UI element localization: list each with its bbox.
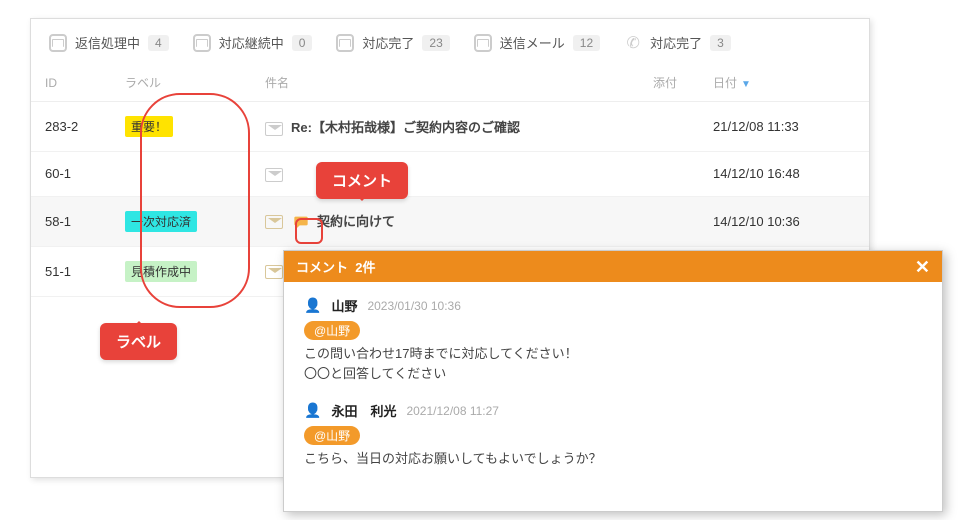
person-icon: 👤: [304, 297, 321, 314]
tab-label: 対応完了: [362, 33, 414, 52]
tab-count: 3: [710, 35, 731, 51]
tab-3[interactable]: 送信メール 12: [474, 33, 600, 52]
phone-icon: [624, 34, 642, 52]
comment-item: 👤 永田 利光 2021/12/08 11:27 @山野 こちら、当日の対応お願…: [304, 401, 922, 469]
col-attachment[interactable]: 添付: [639, 64, 699, 102]
comment-text: この問い合わせ17時までに対応してください！〇〇と回答してください: [304, 344, 922, 383]
tab-count: 4: [148, 35, 169, 51]
envelope-icon: [265, 122, 283, 136]
row-id: 58-1: [31, 196, 111, 246]
comment-popup-header: コメント 2件 ✕: [284, 251, 942, 282]
comment-text: こちら、当日の対応お願いしてもよいでしょうか？: [304, 449, 922, 469]
comment-item: 👤 山野 2023/01/30 10:36 @山野 この問い合わせ17時までに対…: [304, 296, 922, 383]
mail-icon: [336, 34, 354, 52]
envelope-icon: [265, 215, 283, 229]
comment-author: 山野: [331, 296, 357, 315]
col-subject[interactable]: 件名: [251, 64, 639, 102]
comment-author: 永田 利光: [331, 401, 396, 420]
tab-4[interactable]: 対応完了 3: [624, 33, 731, 52]
row-id: 283-2: [31, 102, 111, 152]
comment-popup: コメント 2件 ✕ 👤 山野 2023/01/30 10:36 @山野 この問い…: [283, 250, 943, 512]
sort-desc-icon: ▼: [741, 79, 751, 90]
mail-icon: [474, 34, 492, 52]
tab-count: 12: [573, 35, 600, 51]
tab-count: 23: [422, 35, 449, 51]
row-subject: 契約に向けて: [317, 214, 395, 229]
person-icon: 👤: [304, 402, 321, 419]
row-date: 14/12/10 10:36: [699, 196, 869, 246]
row-id: 60-1: [31, 152, 111, 197]
comment-mention: @山野: [304, 321, 360, 340]
tab-label: 対応完了: [650, 33, 702, 52]
envelope-icon: [265, 168, 283, 182]
comment-callout: コメント: [316, 162, 408, 199]
col-id[interactable]: ID: [31, 64, 111, 102]
row-id: 51-1: [31, 246, 111, 296]
envelope-icon: [265, 265, 283, 279]
label-column-highlight: [140, 93, 250, 308]
comment-timestamp: 2023/01/30 10:36: [367, 299, 460, 313]
mail-icon: [49, 34, 67, 52]
comment-timestamp: 2021/12/08 11:27: [406, 404, 499, 418]
comment-mention: @山野: [304, 426, 360, 445]
status-tabs: 返信処理中 4 対応継続中 0 対応完了 23 送信メール 12 対応完了 3: [31, 29, 869, 64]
row-date: 14/12/10 16:48: [699, 152, 869, 197]
tab-2[interactable]: 対応完了 23: [336, 33, 449, 52]
popup-title: コメント: [296, 257, 348, 276]
comment-icon-highlight: [295, 218, 323, 244]
tab-label: 返信処理中: [75, 33, 140, 52]
close-icon[interactable]: ✕: [915, 258, 930, 276]
tab-label: 対応継続中: [219, 33, 284, 52]
col-date[interactable]: 日付▼: [699, 64, 869, 102]
tab-count: 0: [292, 35, 313, 51]
popup-count: 2件: [355, 257, 375, 276]
row-date: 21/12/08 11:33: [699, 102, 869, 152]
tab-1[interactable]: 対応継続中 0: [193, 33, 313, 52]
label-callout: ラベル: [100, 323, 177, 360]
row-subject: Re:【木村拓哉様】ご契約内容のご確認: [291, 120, 520, 135]
tab-label: 送信メール: [500, 33, 565, 52]
tab-0[interactable]: 返信処理中 4: [49, 33, 169, 52]
mail-icon: [193, 34, 211, 52]
